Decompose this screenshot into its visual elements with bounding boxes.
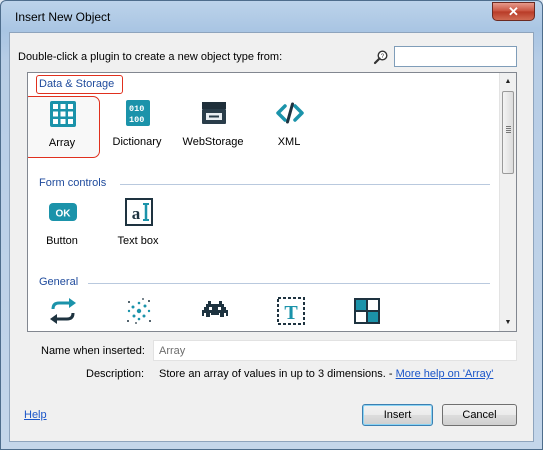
category-divider-general <box>88 283 490 284</box>
dictionary-icon: 010 100 <box>126 100 150 126</box>
plugin-item-xml[interactable]: XML <box>250 96 328 158</box>
dialog-title: Insert New Object <box>15 10 111 24</box>
category-header-general: General <box>39 276 79 288</box>
plugin-item-function[interactable] <box>28 294 101 331</box>
ok-button-icon: OK <box>49 203 77 221</box>
plugin-label-array: Array <box>48 137 76 149</box>
scrollbar-thumb[interactable] <box>502 91 514 174</box>
sprite-invader-icon <box>202 301 228 317</box>
svg-text:a: a <box>132 204 141 223</box>
dialog-titlebar[interactable]: Insert New Object ✕ <box>1 1 542 31</box>
svg-text:T: T <box>284 302 298 324</box>
plugin-item-particles[interactable] <box>99 294 177 331</box>
description-text: Store an array of values in up to 3 dime… <box>159 368 493 380</box>
category-header-form-controls: Form controls <box>39 177 107 189</box>
category-divider-form-controls <box>120 184 490 185</box>
plugin-item-sprite[interactable] <box>175 294 253 331</box>
function-arrows-icon <box>50 298 76 324</box>
plugin-item-dictionary[interactable]: 010 100 Dictionary <box>98 96 176 158</box>
search-input[interactable] <box>394 46 517 67</box>
array-grid-icon <box>50 101 76 127</box>
svg-text:OK: OK <box>56 209 72 220</box>
text-icon: T <box>277 297 305 325</box>
close-button[interactable]: ✕ <box>492 2 535 21</box>
plugin-item-text[interactable]: T <box>251 294 329 331</box>
name-when-inserted-label: Name when inserted: <box>41 345 145 357</box>
particles-icon <box>127 298 151 324</box>
plugin-item-array[interactable]: Array <box>28 96 100 158</box>
plugin-label-webstorage: WebStorage <box>182 136 244 148</box>
plugin-list-scrollbar[interactable]: ▲ ▼ <box>499 73 516 331</box>
name-when-inserted-field[interactable] <box>153 340 517 361</box>
scrollbar-grip-icon <box>506 128 511 129</box>
plugin-item-webstorage[interactable]: WebStorage <box>174 96 252 158</box>
plugin-item-button[interactable]: OK Button <box>28 195 101 257</box>
plugin-label-button: Button <box>46 235 78 247</box>
description-label: Description: <box>86 368 145 380</box>
scroll-down-arrow-icon[interactable]: ▼ <box>500 314 516 331</box>
plugin-item-textbox[interactable]: a Text box <box>99 195 177 257</box>
scroll-up-arrow-icon[interactable]: ▲ <box>500 73 516 90</box>
plugin-label-dictionary: Dictionary <box>112 136 162 148</box>
instruction-text: Double-click a plugin to create a new ob… <box>18 51 283 63</box>
close-icon: ✕ <box>508 4 519 19</box>
help-link[interactable]: Help <box>24 409 47 421</box>
svg-text:100: 100 <box>129 115 144 125</box>
webstorage-icon <box>202 102 226 124</box>
category-header-data-storage: Data & Storage <box>39 78 115 90</box>
description-body: Store an array of values in up to 3 dime… <box>159 368 393 380</box>
textbox-icon: a <box>125 198 153 226</box>
tiled-background-icon <box>354 298 380 324</box>
xml-icon <box>276 102 304 124</box>
plugin-label-xml: XML <box>277 136 301 148</box>
cancel-button[interactable]: Cancel <box>442 404 517 426</box>
search-icon: ? <box>373 50 388 65</box>
more-help-link[interactable]: More help on 'Array' <box>396 368 494 380</box>
plugin-label-textbox: Text box <box>117 235 159 247</box>
plugin-list[interactable]: Data & Storage Array 010 100 Dictionary … <box>27 72 517 332</box>
svg-text:010: 010 <box>129 104 144 114</box>
plugin-item-tiled-background[interactable] <box>327 294 405 331</box>
insert-button[interactable]: Insert <box>362 404 433 426</box>
